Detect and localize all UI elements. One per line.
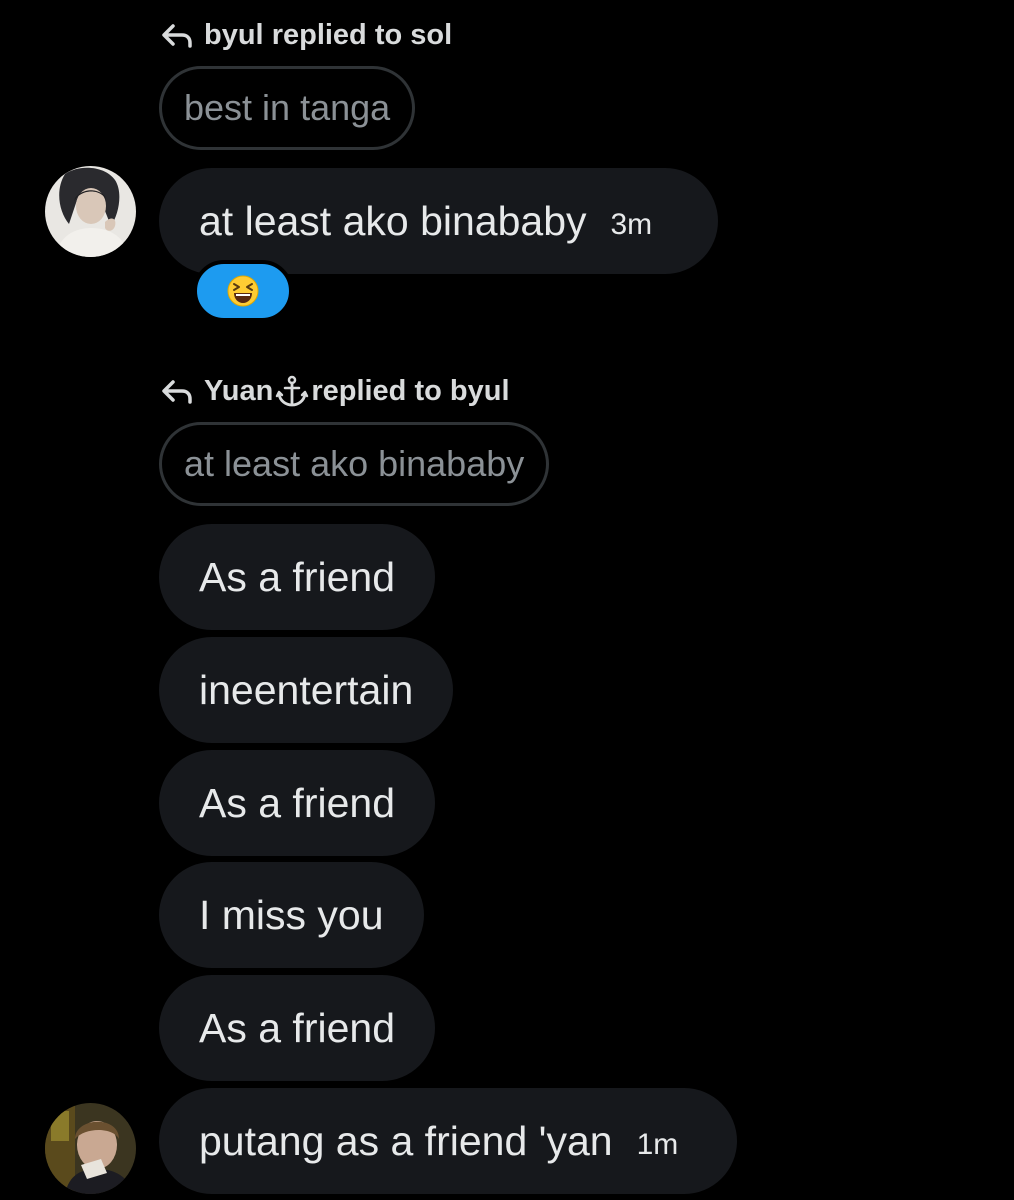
message-bubble[interactable]: ineentertain bbox=[159, 637, 454, 743]
reply-arrow-icon bbox=[162, 380, 192, 404]
quoted-text: best in tanga bbox=[184, 87, 391, 128]
reply-connector: replied to bbox=[311, 374, 442, 407]
message-text: at least ako binababy bbox=[199, 197, 587, 244]
reply-sender[interactable]: byul bbox=[204, 19, 264, 52]
message-timestamp: 1m bbox=[636, 1128, 679, 1161]
message-bubble[interactable]: at least ako binababy 3m bbox=[159, 168, 718, 274]
quoted-message[interactable]: best in tanga bbox=[159, 66, 416, 150]
message-timestamp: 3m bbox=[610, 208, 653, 241]
avatar[interactable] bbox=[45, 166, 136, 257]
reply-connector: replied to bbox=[271, 18, 403, 51]
message-text: I miss you bbox=[199, 891, 384, 938]
message-text: ineentertain bbox=[199, 666, 414, 713]
message-text: As a friend bbox=[199, 779, 395, 826]
reaction-badge[interactable] bbox=[193, 260, 293, 322]
quoted-text: at least ako binababy bbox=[184, 443, 525, 484]
message-bubble[interactable]: putang as a friend 'yan 1m bbox=[159, 1088, 737, 1194]
avatar[interactable] bbox=[45, 1103, 136, 1194]
message-bubble[interactable]: As a friend bbox=[159, 975, 435, 1081]
reply-recipient: sol bbox=[410, 18, 453, 51]
reply-header-yuan: Yuan replied to byul bbox=[160, 371, 510, 411]
message-bubble[interactable]: As a friend bbox=[159, 750, 435, 856]
avatar-image bbox=[45, 166, 136, 257]
message-bubble[interactable]: I miss you bbox=[159, 862, 424, 968]
message-text: putang as a friend 'yan bbox=[199, 1117, 613, 1164]
reply-header-byul: byul replied to sol bbox=[160, 15, 452, 55]
message-bubble[interactable]: As a friend bbox=[159, 524, 435, 630]
reply-recipient: byul bbox=[449, 374, 510, 407]
avatar-image bbox=[45, 1103, 136, 1194]
quoted-message[interactable]: at least ako binababy bbox=[159, 422, 550, 506]
reply-sender[interactable]: Yuan bbox=[204, 375, 273, 408]
anchor-icon bbox=[276, 375, 309, 407]
grinning-squinting-face-icon bbox=[227, 275, 259, 307]
message-text: As a friend bbox=[199, 1004, 395, 1051]
reply-arrow-icon bbox=[162, 24, 192, 48]
message-text: As a friend bbox=[199, 553, 395, 600]
